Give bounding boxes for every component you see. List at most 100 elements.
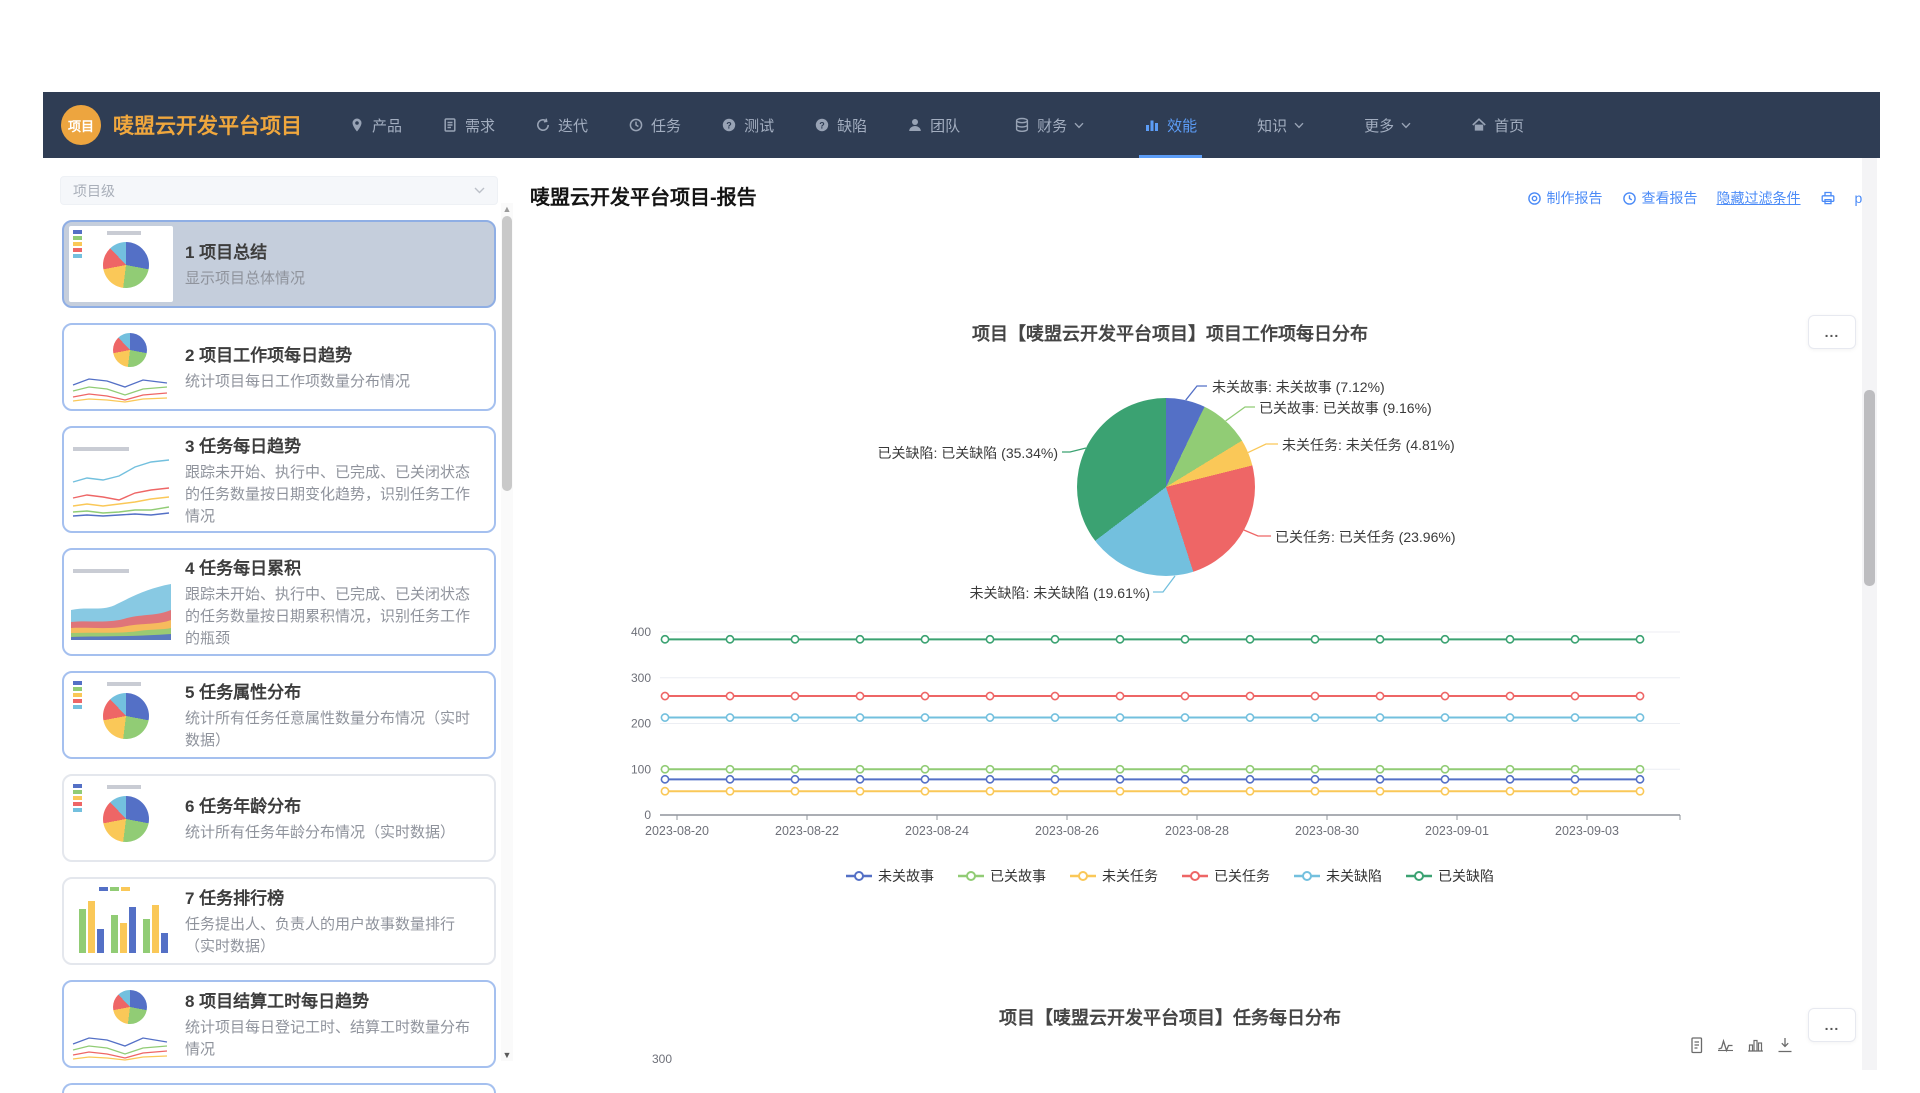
legend-label: 未关任务	[1102, 866, 1158, 886]
card-thumbnail-pie	[69, 677, 173, 753]
task-chart-title: 项目【唛盟云开发平台项目】任务每日分布	[660, 1004, 1680, 1030]
home-icon	[1471, 117, 1487, 133]
svg-text:100: 100	[631, 762, 651, 776]
report-card-list: 1 项目总结 显示项目总体情况 2 项目工作项每日趋势 统计项目每日工作项数量分…	[62, 220, 496, 1093]
nav-item-product[interactable]: 产品	[348, 92, 403, 158]
nav-item-task[interactable]: 任务	[627, 92, 682, 158]
question-icon: ?	[814, 117, 830, 133]
report-card-task-daily-trend[interactable]: 3 任务每日趋势 跟踪未开始、执行中、已完成、已关闭状态的任务数量按日期变化趋势…	[62, 426, 496, 533]
scroll-down-icon[interactable]: ▼	[501, 1050, 513, 1060]
legend-item-未关任务[interactable]: 未关任务	[1070, 866, 1158, 886]
nav-item-more[interactable]: 更多	[1363, 92, 1412, 158]
card-thumbnail-pie-line	[69, 986, 173, 1062]
card-thumbnail-bars	[69, 883, 173, 959]
legend-label: 未关缺陷	[1326, 866, 1382, 886]
chart-more-button[interactable]: ...	[1808, 315, 1856, 349]
report-card-task-age[interactable]: 6 任务年龄分布 统计所有任务年龄分布情况（实时数据）	[62, 774, 496, 862]
svg-text:200: 200	[631, 717, 651, 731]
legend-marker-icon	[1182, 870, 1208, 882]
card-title: 2 项目工作项每日趋势	[185, 341, 410, 366]
nav-label: 迭代	[558, 115, 588, 136]
chevron-down-icon	[1074, 122, 1084, 129]
legend-label: 未关故事	[878, 866, 934, 886]
data-view-icon[interactable]	[1688, 1036, 1705, 1055]
nav-item-requirement[interactable]: 需求	[441, 92, 496, 158]
card-desc: 统计项目每日工作项数量分布情况	[185, 371, 410, 393]
report-card-task-ranking[interactable]: 7 任务排行榜 任务提出人、负责人的用户故事数量排行（实时数据）	[62, 877, 496, 965]
card-title: 3 任务每日趋势	[185, 432, 484, 457]
legend-marker-icon	[1406, 870, 1432, 882]
svg-text:2023-08-24: 2023-08-24	[905, 824, 969, 838]
pie-label: 未关任务: 未关任务 (4.81%)	[1282, 435, 1455, 455]
card-thumbnail-area	[69, 564, 173, 640]
main-scroll-thumb[interactable]	[1864, 390, 1875, 586]
svg-text:300: 300	[631, 671, 651, 685]
legend-item-未关故事[interactable]: 未关故事	[846, 866, 934, 886]
report-card-task-attribute[interactable]: 5 任务属性分布 统计所有任务任意属性数量分布情况（实时数据）	[62, 671, 496, 759]
make-report-link[interactable]: 制作报告	[1527, 188, 1603, 208]
line-chart-icon[interactable]	[1716, 1036, 1735, 1055]
chart-more-button[interactable]: ...	[1808, 1008, 1856, 1042]
sidebar-scroll-thumb[interactable]	[502, 216, 512, 491]
print-button[interactable]	[1820, 190, 1836, 206]
nav-label: 首页	[1494, 115, 1524, 136]
download-icon[interactable]	[1776, 1036, 1794, 1055]
nav-item-iteration[interactable]: 迭代	[534, 92, 589, 158]
legend-item-已关任务[interactable]: 已关任务	[1182, 866, 1270, 886]
project-title[interactable]: 唛盟云开发平台项目	[113, 110, 302, 140]
top-navbar: 项目 唛盟云开发平台项目 产品 需求 迭代 任务 ? 测试 ? 缺陷 团队	[43, 92, 1880, 158]
legend-item-已关缺陷[interactable]: 已关缺陷	[1406, 866, 1494, 886]
report-card-workitem-trend[interactable]: 2 项目工作项每日趋势 统计项目每日工作项数量分布情况	[62, 323, 496, 411]
nav-item-test[interactable]: ? 测试	[720, 92, 775, 158]
sync-icon	[535, 117, 551, 133]
nav-label: 知识	[1257, 115, 1287, 136]
pin-icon	[349, 117, 365, 133]
nav-item-home[interactable]: 首页	[1470, 92, 1525, 158]
daily-line-chart[interactable]: 01002003004002023-08-202023-08-222023-08…	[600, 620, 1710, 855]
svg-text:?: ?	[819, 120, 825, 130]
legend-label: 已关故事	[990, 866, 1046, 886]
report-actions: 制作报告 查看报告 隐藏过滤条件 pdf	[1527, 188, 1874, 208]
chevron-down-icon	[1401, 122, 1411, 129]
nav-label: 任务	[651, 115, 681, 136]
main-scrollbar[interactable]	[1862, 158, 1877, 1070]
project-level-select[interactable]: 项目级	[60, 176, 498, 205]
report-card-project-summary[interactable]: 1 项目总结 显示项目总体情况	[62, 220, 496, 308]
nav-label: 测试	[744, 115, 774, 136]
report-card-partial[interactable]	[62, 1083, 496, 1093]
nav-label: 效能	[1167, 115, 1197, 136]
pie-chart-title: 项目【唛盟云开发平台项目】项目工作项每日分布	[660, 320, 1680, 346]
legend-item-未关缺陷[interactable]: 未关缺陷	[1294, 866, 1382, 886]
legend-label: 已关缺陷	[1438, 866, 1494, 886]
pie-label: 已关缺陷: 已关缺陷 (35.34%)	[878, 443, 1058, 463]
scroll-up-icon[interactable]: ▲	[501, 204, 513, 214]
sidebar-scrollbar[interactable]: ▲ ▼	[501, 203, 513, 1061]
nav-item-finance[interactable]: 财务	[1013, 92, 1085, 158]
viewport-bottom-edge	[0, 1070, 1920, 1080]
report-card-worklog-trend[interactable]: 8 项目结算工时每日趋势 统计项目每日登记工时、结算工时数量分布情况	[62, 980, 496, 1068]
card-thumbnail-pie-line	[69, 329, 173, 405]
legend-item-已关故事[interactable]: 已关故事	[958, 866, 1046, 886]
gear-icon	[1527, 191, 1542, 206]
view-report-link[interactable]: 查看报告	[1622, 188, 1698, 208]
nav-item-bug[interactable]: ? 缺陷	[813, 92, 868, 158]
report-card-task-daily-cumulative[interactable]: 4 任务每日累积 跟踪未开始、执行中、已完成、已关闭状态的任务数量按日期累积情况…	[62, 548, 496, 655]
bar-chart-icon[interactable]	[1746, 1036, 1765, 1055]
pie-label: 已关故事: 已关故事 (9.16%)	[1259, 398, 1432, 418]
svg-text:2023-08-22: 2023-08-22	[775, 824, 839, 838]
nav-item-efficiency[interactable]: 效能	[1143, 92, 1198, 158]
card-desc: 跟踪未开始、执行中、已完成、已关闭状态的任务数量按日期变化趋势，识别任务工作情况	[185, 462, 484, 527]
chart-toolbox	[1688, 1036, 1794, 1055]
pie-label: 未关故事: 未关故事 (7.12%)	[1212, 377, 1385, 397]
hide-filter-link[interactable]: 隐藏过滤条件	[1717, 188, 1801, 208]
card-title: 4 任务每日累积	[185, 554, 484, 579]
nav-item-team[interactable]: 团队	[906, 92, 961, 158]
person-icon	[907, 117, 923, 133]
card-title: 6 任务年龄分布	[185, 792, 455, 817]
nav-item-knowledge[interactable]: 知识	[1256, 92, 1305, 158]
printer-icon	[1820, 190, 1836, 206]
clock-icon	[628, 117, 644, 133]
pie-label: 已关任务: 已关任务 (23.96%)	[1275, 527, 1455, 547]
card-thumbnail-pie	[69, 780, 173, 856]
chevron-down-icon	[474, 187, 485, 194]
